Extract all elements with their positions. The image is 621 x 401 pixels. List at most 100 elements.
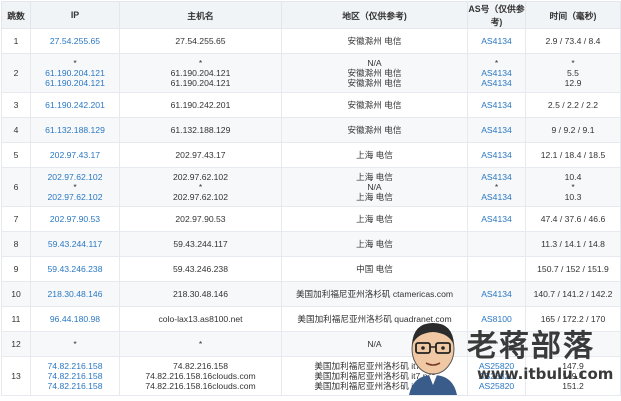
hop-cell: 2	[1, 53, 31, 93]
as-link[interactable]: AS25820	[470, 381, 523, 391]
hostname-cell: 59.43.244.117	[119, 231, 282, 257]
region-cell: 安徽滁州 电信	[281, 28, 468, 54]
region-cell: N/A 安徽滁州 电信 安徽滁州 电信	[281, 53, 468, 93]
loc-text: 中国 电信	[356, 264, 393, 274]
hop-cell: 4	[1, 117, 31, 143]
ip-cell: 74.82.216.158 74.82.216.158 74.82.216.158	[30, 356, 120, 396]
region-cell: 安徽滁州 电信	[281, 117, 468, 143]
as-text: *	[494, 58, 499, 68]
time-text: 10.3	[564, 192, 582, 202]
host-text: 218.30.48.146	[173, 289, 228, 299]
table-row: 9 59.43.246.238 59.43.246.238 中国 电信 150.7 / …	[1, 256, 621, 282]
ip-link[interactable]: 59.43.246.238	[33, 264, 117, 274]
time-cell: 9 / 9.2 / 9.1	[525, 117, 621, 143]
table-row: 11 96.44.180.98 colo-lax13.as8100.net 美国加利福…	[1, 306, 621, 332]
region-cell: N/A	[281, 331, 468, 357]
ip-cell: 202.97.90.53	[30, 206, 120, 232]
ip-link[interactable]: 27.54.255.65	[33, 36, 117, 46]
hop-cell: 12	[1, 331, 31, 357]
host-text: 59.43.246.238	[173, 264, 228, 274]
header-region: 地区（仅供参考)	[281, 1, 468, 29]
hostname-cell: 74.82.216.158 74.82.216.158.16clouds.com 7…	[119, 356, 282, 396]
ip-link[interactable]: 96.44.180.98	[33, 314, 117, 324]
hop-cell: 10	[1, 281, 31, 307]
as-link[interactable]: AS4134	[470, 78, 523, 88]
as-link[interactable]: AS4134	[470, 172, 523, 182]
ip-link[interactable]: 74.82.216.158	[33, 361, 117, 371]
host-text: 74.82.216.158.16clouds.com	[145, 371, 256, 381]
host-text: 74.82.216.158.16clouds.com	[145, 381, 256, 391]
ip-link[interactable]: 61.190.204.121	[33, 68, 117, 78]
table-row: 7 202.97.90.53 202.97.90.53 上海 电信 AS4134 47.4…	[1, 206, 621, 232]
as-link[interactable]: AS4134	[470, 289, 523, 299]
table-row: 5 202.97.43.17 202.97.43.17 上海 电信 AS4134 12.1…	[1, 142, 621, 168]
as-link[interactable]: AS4134	[470, 192, 523, 202]
time-cell: 150.7 / 152 / 151.9	[525, 256, 621, 282]
region-cell: 上海 电信	[281, 231, 468, 257]
ip-link[interactable]: 202.97.62.102	[33, 192, 117, 202]
time-text: 150.7 / 152 / 151.9	[537, 264, 609, 274]
as-link[interactable]: AS4134	[470, 68, 523, 78]
time-cell: *	[525, 331, 621, 357]
loc-text: 美国加利福尼亚州洛杉矶 it7.net	[314, 361, 435, 371]
loc-text: 安徽滁州 电信	[347, 36, 402, 46]
ip-cell: 61.132.188.129	[30, 117, 120, 143]
table-row: 4 61.132.188.129 61.132.188.129 安徽滁州 电信 AS41…	[1, 117, 621, 143]
table-row: 6 202.97.62.102 * 202.97.62.102 202.97.62.10…	[1, 167, 621, 207]
ip-link[interactable]: 61.190.242.201	[33, 100, 117, 110]
ip-cell: 59.43.244.117	[30, 231, 120, 257]
ip-text: *	[73, 58, 77, 68]
time-text: 5.5	[567, 68, 579, 78]
time-text: 140.7 / 141.2 / 142.2	[533, 289, 613, 299]
time-text: 12.1 / 18.4 / 18.5	[540, 150, 606, 160]
as-link[interactable]: AS4134	[470, 100, 523, 110]
host-text: *	[198, 182, 203, 192]
as-link[interactable]: AS4134	[470, 214, 523, 224]
time-text: 2.9 / 73.4 / 8.4	[545, 36, 601, 46]
ip-cell: *	[30, 331, 120, 357]
ip-link[interactable]: 202.97.90.53	[33, 214, 117, 224]
table-row: 13 74.82.216.158 74.82.216.158 74.82.216.15…	[1, 356, 621, 396]
time-text: 9 / 9.2 / 9.1	[551, 125, 595, 135]
hop-cell: 9	[1, 256, 31, 282]
ip-link[interactable]: 202.97.62.102	[33, 172, 117, 182]
time-cell: 10.4 * 10.3	[525, 167, 621, 207]
table-row: 8 59.43.244.117 59.43.244.117 上海 电信 11.3 / 1…	[1, 231, 621, 257]
ip-link[interactable]: 61.190.204.121	[33, 78, 117, 88]
ip-text: *	[73, 339, 77, 349]
time-cell: 2.5 / 2.2 / 2.2	[525, 92, 621, 118]
as-link[interactable]: AS4134	[470, 36, 523, 46]
as-cell: AS4134	[467, 142, 526, 168]
time-text: 47.4 / 37.6 / 46.6	[540, 214, 606, 224]
as-link[interactable]: AS4134	[470, 125, 523, 135]
time-text: *	[571, 58, 575, 68]
ip-cell: 96.44.180.98	[30, 306, 120, 332]
as-link[interactable]: AS25820	[470, 361, 523, 371]
hostname-cell: 27.54.255.65	[119, 28, 282, 54]
as-link[interactable]: AS25820	[470, 371, 523, 381]
host-text: 202.97.90.53	[175, 214, 226, 224]
ip-link[interactable]: 218.30.48.146	[33, 289, 117, 299]
hostname-cell: 202.97.90.53	[119, 206, 282, 232]
host-text: 202.97.43.17	[175, 150, 226, 160]
loc-text: 安徽滁州 电信	[347, 68, 402, 78]
hop-cell: 8	[1, 231, 31, 257]
host-text: 61.132.188.129	[170, 125, 231, 135]
ip-link[interactable]: 74.82.216.158	[33, 381, 117, 391]
host-text: colo-lax13.as8100.net	[158, 314, 243, 324]
time-cell: 2.9 / 73.4 / 8.4	[525, 28, 621, 54]
ip-link[interactable]: 202.97.43.17	[33, 150, 117, 160]
time-text: 12.9	[564, 78, 582, 88]
region-cell: 美国加利福尼亚州洛杉矶 ctamericas.com	[281, 281, 468, 307]
host-text: 74.82.216.158	[173, 361, 228, 371]
region-cell: 上海 电信	[281, 206, 468, 232]
time-cell: 47.4 / 37.6 / 46.6	[525, 206, 621, 232]
ip-link[interactable]: 74.82.216.158	[33, 371, 117, 381]
ip-link[interactable]: 59.43.244.117	[33, 239, 117, 249]
as-link[interactable]: AS8100	[470, 314, 523, 324]
time-cell: 12.1 / 18.4 / 18.5	[525, 142, 621, 168]
hostname-cell: 202.97.62.102 * 202.97.62.102	[119, 167, 282, 207]
as-link[interactable]: AS4134	[470, 150, 523, 160]
loc-text: 上海 电信	[356, 150, 393, 160]
ip-link[interactable]: 61.132.188.129	[33, 125, 117, 135]
